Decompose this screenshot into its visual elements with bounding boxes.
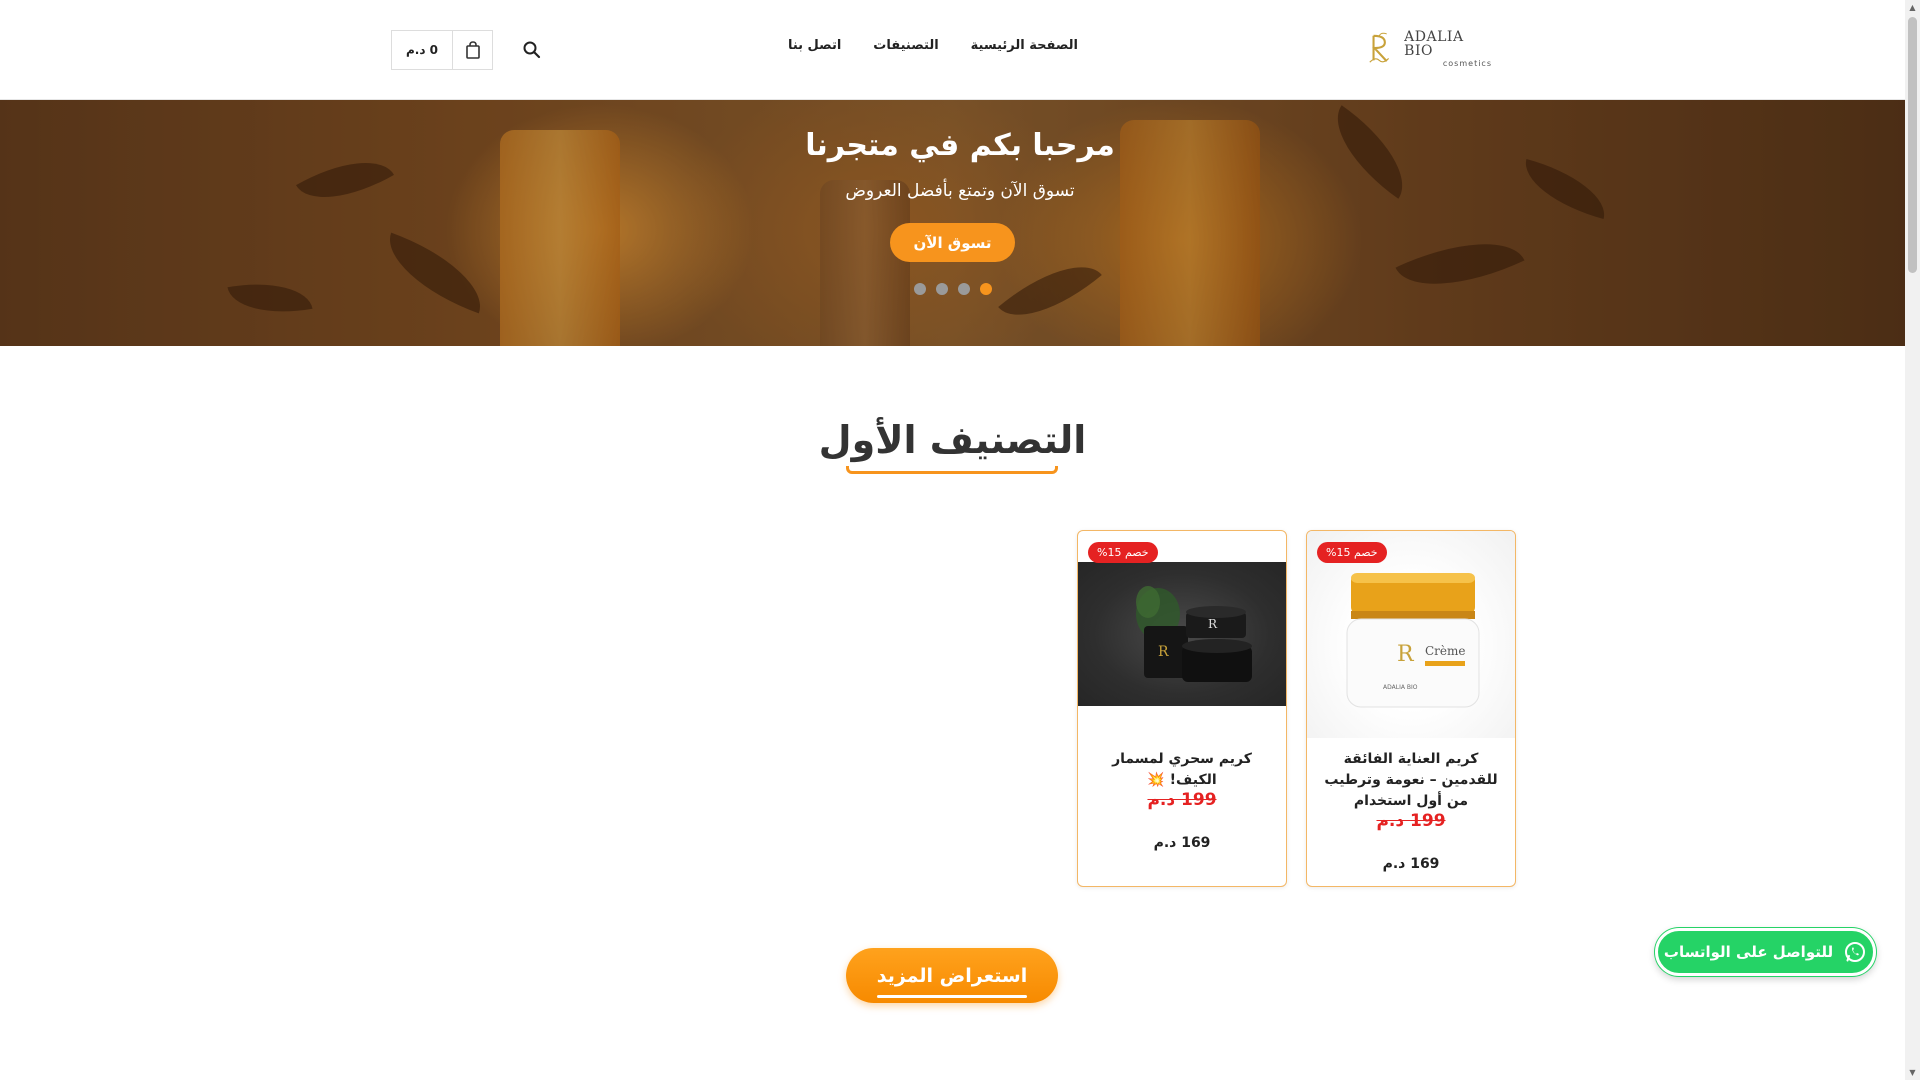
slider-dot-active[interactable] <box>980 283 992 295</box>
shopping-bag-icon <box>465 41 480 59</box>
cart-icon-wrap <box>452 31 492 69</box>
svg-text:R: R <box>1397 642 1415 667</box>
site-logo[interactable]: ADALIA BIO cosmetics <box>1366 30 1492 68</box>
logo-mark-icon <box>1369 32 1390 63</box>
product-new-price: 169 د.م <box>1382 856 1440 872</box>
product-old-price: 199 د.م <box>1147 790 1217 810</box>
product-name[interactable]: كريم العناية الفائقة للقدمين – نعومة وتر… <box>1317 749 1505 812</box>
main-nav: الصفحة الرئيسية التصنيفات اتصل بنا <box>788 38 1078 53</box>
svg-text:Crème: Crème <box>1425 644 1466 658</box>
search-button[interactable] <box>522 40 542 60</box>
logo-subtitle: cosmetics <box>1442 59 1492 68</box>
discount-badge: خصم 15% <box>1088 542 1158 563</box>
page-scrollbar[interactable]: ▲ ▼ <box>1905 0 1920 1080</box>
product-card[interactable]: خصم 15% R Crème ADALIA BIO كريم العناية … <box>1306 530 1516 887</box>
nav-contact[interactable]: اتصل بنا <box>788 38 841 53</box>
search-icon <box>523 41 541 59</box>
cart-button[interactable]: 0 د.م <box>391 30 493 70</box>
section-title-underline <box>846 466 1058 474</box>
slider-dot[interactable] <box>914 283 926 295</box>
black-jars-image: R R <box>1136 586 1252 682</box>
slider-dot[interactable] <box>936 283 948 295</box>
nav-home[interactable]: الصفحة الرئيسية <box>971 38 1078 53</box>
svg-text:R: R <box>1158 644 1169 660</box>
svg-text:R: R <box>1208 617 1218 631</box>
view-more-label: استعراض المزيد <box>876 964 1028 987</box>
scrollbar-thumb[interactable] <box>1908 17 1917 273</box>
cart-total: 0 د.م <box>405 43 439 57</box>
slider-dots <box>914 283 992 295</box>
whatsapp-icon <box>1845 942 1866 962</box>
section-title: التصنيف الأول <box>818 418 1087 462</box>
whatsapp-label: للتواصل على الواتساب <box>1663 943 1834 961</box>
hero-title: مرحبا بكم في متجرنا <box>805 128 1115 163</box>
whatsapp-contact-button[interactable]: للتواصل على الواتساب <box>1655 928 1876 976</box>
product-card[interactable]: خصم 15% R R كريم سحري لمسمار الكيف! 💥 19… <box>1077 530 1287 887</box>
logo-title: ADALIA BIO <box>1404 29 1464 59</box>
product-new-price: 169 د.م <box>1153 835 1211 851</box>
hero-subtitle: تسوق الآن وتمتع بأفضل العروض <box>845 181 1075 201</box>
nav-categories[interactable]: التصنيفات <box>873 38 938 53</box>
product-image[interactable]: R R <box>1078 562 1286 706</box>
svg-text:ADALIA BIO: ADALIA BIO <box>1383 684 1418 691</box>
view-more-button[interactable]: استعراض المزيد <box>846 948 1058 1003</box>
hero-shop-now-button[interactable]: تسوق الآن <box>890 223 1015 262</box>
slider-dot[interactable] <box>958 283 970 295</box>
scroll-down-arrow-icon[interactable]: ▼ <box>1905 1065 1920 1080</box>
product-old-price: 199 د.م <box>1376 811 1446 831</box>
product-name[interactable]: كريم سحري لمسمار الكيف! 💥 <box>1088 749 1276 791</box>
discount-badge: خصم 15% <box>1317 542 1387 563</box>
site-header: ADALIA BIO cosmetics الصفحة الرئيسية الت… <box>0 0 1905 100</box>
view-more-underline <box>877 995 1027 998</box>
scroll-up-arrow-icon[interactable]: ▲ <box>1905 0 1920 15</box>
